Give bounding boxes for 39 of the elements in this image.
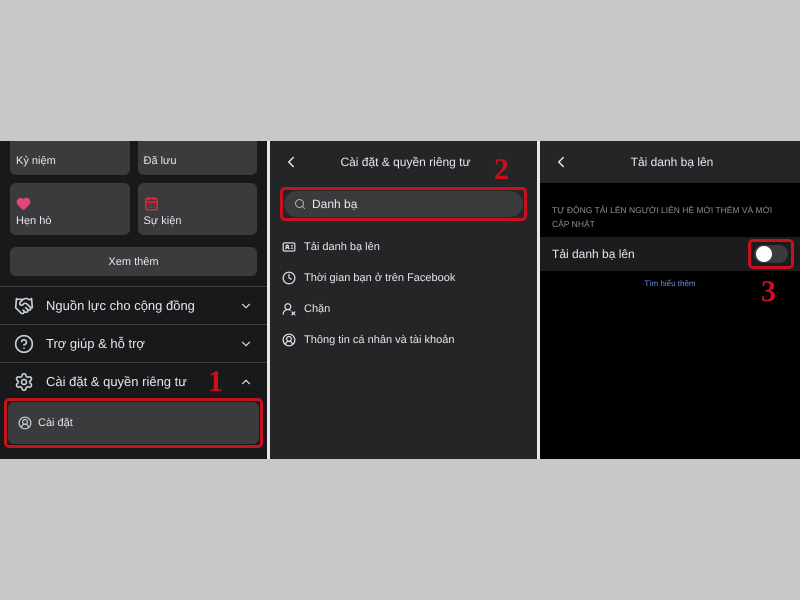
handshake-icon (14, 296, 34, 316)
toggle-switch[interactable] (754, 245, 788, 263)
shortcut-tile[interactable]: Kỷ niệm (10, 141, 130, 175)
search-result[interactable]: Thời gian bạn ở trên Facebook (270, 262, 537, 293)
profile-icon (282, 332, 296, 346)
submenu-label: Cài đặt (38, 417, 74, 429)
learn-more-link[interactable]: Tìm hiểu thêm (644, 279, 696, 288)
settings-icon (14, 372, 34, 392)
profile-icon (18, 416, 32, 430)
heart-icon (16, 196, 31, 211)
menu-section[interactable]: Cài đặt & quyền riêng tư 1 (0, 362, 267, 400)
shortcut-label: Hẹn hò (16, 215, 52, 227)
setting-label: Tải danh bạ lên (552, 247, 636, 261)
shortcut-label: Đã lưu (144, 155, 178, 167)
screen-title: Tải danh bạ lên (630, 155, 714, 169)
calendar-icon (144, 196, 158, 211)
menu-section[interactable]: Trợ giúp & hỗ trợ (0, 324, 267, 362)
step-number: 3 (761, 277, 776, 307)
search-result[interactable]: Chặn (270, 293, 537, 324)
menu-section[interactable]: Nguồn lực cho cộng đồng (0, 286, 267, 324)
shortcut-label: Sự kiện (144, 215, 182, 227)
shortcut-tile[interactable]: Sự kiện (138, 183, 257, 235)
see-more-button[interactable]: Xem thêm (10, 247, 257, 276)
shortcut-tile[interactable]: Đã lưu (138, 141, 257, 175)
step-number: 1 (208, 367, 223, 397)
section-label: Trợ giúp & hỗ trợ (46, 336, 145, 351)
section-label: Cài đặt & quyền riêng tư (46, 374, 187, 389)
contact-card-icon (282, 240, 296, 254)
section-label: Nguồn lực cho cộng đồng (46, 298, 195, 313)
user-icon (282, 302, 296, 316)
step-number: 2 (494, 155, 509, 185)
shortcut-label: Kỷ niệm (16, 155, 57, 167)
search-result[interactable]: Tải danh bạ lên (270, 231, 537, 262)
section-label: TỰ ĐỘNG TẢI LÊN NGƯỜI LIÊN HỆ MỚI THÊM VÀ MỚI CẬP NHẬT (551, 204, 774, 231)
help-icon (14, 334, 34, 354)
search-result[interactable]: Thông tin cá nhân và tài khoản (270, 324, 537, 355)
search-icon (294, 198, 306, 210)
clock-icon (282, 270, 296, 284)
shortcut-tile[interactable]: Hẹn hò (10, 183, 130, 235)
